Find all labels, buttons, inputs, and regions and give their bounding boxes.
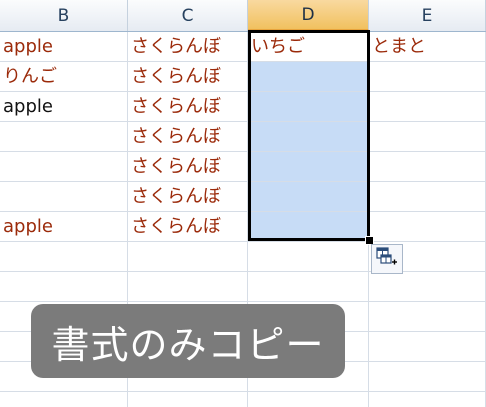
cell-d[interactable] [248,392,369,407]
table-row: さくらんぼ [0,182,486,212]
cell-b[interactable]: apple [0,212,128,242]
table-row: apple さくらんぼ [0,92,486,122]
cell-e[interactable] [369,302,486,332]
table-row: さくらんぼ [0,152,486,182]
cell-e[interactable] [369,92,486,122]
cell-d[interactable] [248,122,369,152]
cell-e[interactable] [369,392,486,407]
cell-b[interactable]: apple [0,32,128,62]
cell-b[interactable] [0,122,128,152]
cell-d[interactable] [248,242,369,272]
cell-c[interactable]: さくらんぼ [128,212,248,242]
table-row: さくらんぼ [0,122,486,152]
cell-b[interactable] [0,152,128,182]
cell-c[interactable] [128,272,248,302]
paste-options-icon [376,247,398,271]
cell-c[interactable]: さくらんぼ [128,92,248,122]
table-row: apple さくらんぼ [0,212,486,242]
column-header-b[interactable]: B [0,0,128,31]
cell-b[interactable] [0,242,128,272]
cell-c[interactable]: さくらんぼ [128,152,248,182]
table-row [0,272,486,302]
column-header-e[interactable]: E [369,0,486,31]
caption-text: 書式のみコピー [51,322,325,367]
cell-b[interactable] [0,182,128,212]
cell-b[interactable]: apple [0,92,128,122]
cell-b[interactable]: りんご [0,62,128,92]
column-header-d[interactable]: D [248,0,369,31]
table-row [0,392,486,407]
cell-e[interactable] [369,152,486,182]
cell-c[interactable]: さくらんぼ [128,122,248,152]
cell-d[interactable] [248,272,369,302]
cell-d[interactable] [248,182,369,212]
cell-c[interactable] [128,392,248,407]
cell-c[interactable] [128,242,248,272]
cell-e[interactable] [369,212,486,242]
paste-options-button[interactable] [371,244,403,274]
cell-d[interactable] [248,62,369,92]
table-row [0,242,486,272]
cell-d[interactable] [248,152,369,182]
cell-d[interactable] [248,92,369,122]
cell-e[interactable] [369,362,486,392]
cell-c[interactable]: さくらんぼ [128,62,248,92]
cell-c[interactable]: さくらんぼ [128,182,248,212]
column-header-c[interactable]: C [128,0,248,31]
cell-d[interactable] [248,212,369,242]
cell-b[interactable] [0,272,128,302]
caption-banner: 書式のみコピー [31,304,345,378]
table-row: りんご さくらんぼ [0,62,486,92]
column-header-row: B C D E [0,0,486,32]
spreadsheet: B C D E apple さくらんぼ いちご とまと りんご さくらんぼ apple さくら… [0,0,486,407]
cell-e[interactable] [369,62,486,92]
cell-c[interactable]: さくらんぼ [128,32,248,62]
cell-e[interactable] [369,332,486,362]
cell-e[interactable] [369,182,486,212]
cell-e[interactable] [369,272,486,302]
cell-d[interactable]: いちご [248,32,369,62]
table-row: apple さくらんぼ いちご とまと [0,32,486,62]
cell-b[interactable] [0,392,128,407]
cell-e[interactable]: とまと [369,32,486,62]
cell-e[interactable] [369,122,486,152]
